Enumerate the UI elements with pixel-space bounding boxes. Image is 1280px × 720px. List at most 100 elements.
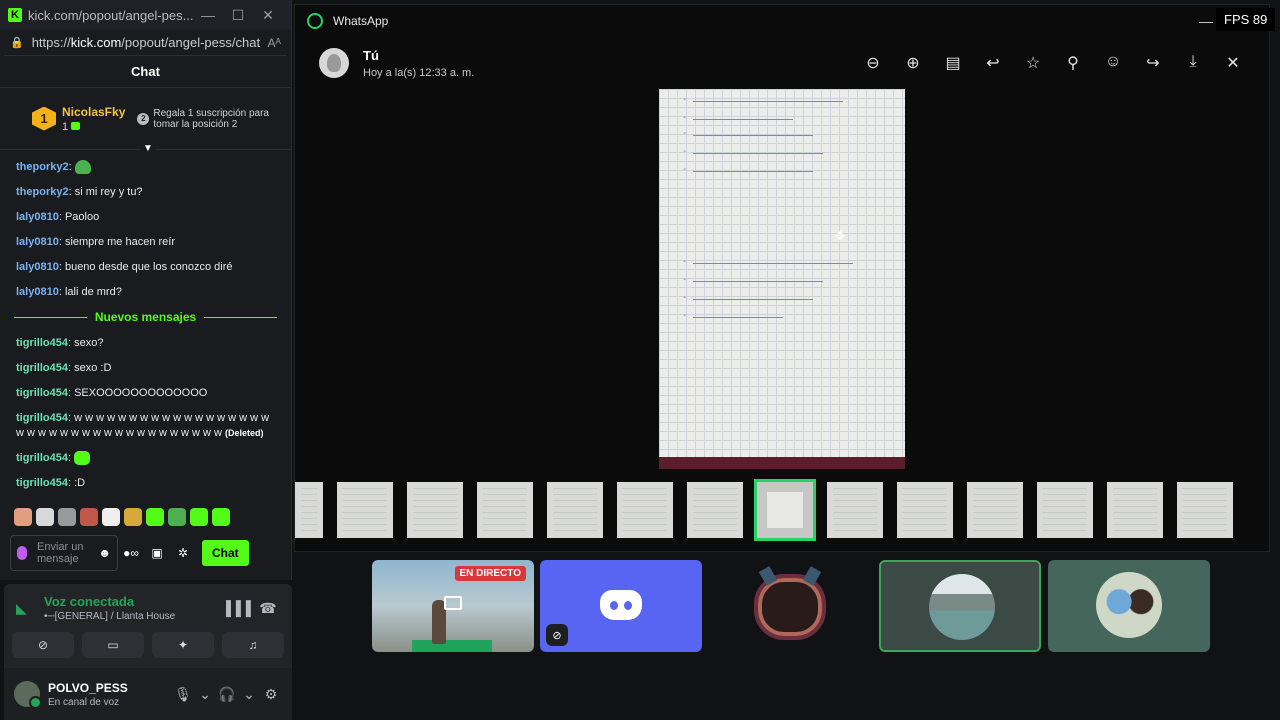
- media-thumbnail[interactable]: [1107, 482, 1163, 538]
- stream-tile-speaking[interactable]: [879, 560, 1041, 652]
- mic-icon[interactable]: 🎙: [172, 686, 194, 703]
- store-icon[interactable]: ▣: [144, 546, 170, 560]
- participant-avatar: [929, 574, 995, 640]
- gear-icon[interactable]: ⚙: [260, 686, 282, 703]
- chat-message: theporky2:: [16, 160, 275, 175]
- share-screen-button[interactable]: ▭: [82, 632, 144, 658]
- close-icon[interactable]: ✕: [1221, 53, 1245, 73]
- send-chat-button[interactable]: Chat: [202, 540, 249, 566]
- emote-icon[interactable]: [36, 508, 54, 526]
- emote-icon[interactable]: [80, 508, 98, 526]
- media-thumbnail[interactable]: [967, 482, 1023, 538]
- mentions-icon[interactable]: ●∞: [118, 546, 144, 560]
- reply-icon[interactable]: ↩: [981, 53, 1005, 73]
- emote-bar: [14, 508, 230, 526]
- stream-tile-avatar-frame[interactable]: [710, 560, 872, 652]
- forward-icon[interactable]: ↪: [1141, 53, 1165, 73]
- leader-cta: Regala 1 suscripción para tomar la posic…: [153, 107, 269, 130]
- voice-channel[interactable]: •─[GENERAL] / Llanta House: [44, 611, 226, 622]
- chat-username[interactable]: tigrillo454: [16, 387, 68, 399]
- gift-leaderboard: 1 NicolasFky 1 2 Regala 1 suscripción pa…: [0, 88, 291, 155]
- kick-chat-window: K kick.com/popout/angel-pes... — ☐ ✕ 🔒 h…: [0, 0, 292, 580]
- address-bar[interactable]: 🔒 https://kick.com/popout/angel-pess/cha…: [4, 30, 287, 56]
- chat-username[interactable]: tigrillo454: [16, 477, 68, 489]
- emote-icon[interactable]: [124, 508, 142, 526]
- close-window-button[interactable]: ✕: [253, 7, 283, 24]
- emote-icon[interactable]: [212, 508, 230, 526]
- chat-username[interactable]: theporky2: [16, 186, 69, 198]
- headphones-icon[interactable]: 🎧: [216, 686, 238, 703]
- media-thumbnail[interactable]: [477, 482, 533, 538]
- user-panel: POLVO_PESS En canal de voz 🎙 ⌄ 🎧 ⌄ ⚙: [4, 668, 292, 720]
- emote-icon[interactable]: [102, 508, 120, 526]
- chat-username[interactable]: tigrillo454: [16, 337, 68, 349]
- pin-icon[interactable]: ⚲: [1061, 53, 1085, 73]
- activities-button[interactable]: ✦: [152, 632, 214, 658]
- stream-tile-discord[interactable]: ⊘: [540, 560, 702, 652]
- chat-messages: theporky2: theporky2: si mi rey y tu? la…: [0, 152, 291, 498]
- chat-username[interactable]: laly0810: [16, 261, 59, 273]
- media-thumbnail[interactable]: [617, 482, 673, 538]
- stream-tile-live[interactable]: EN DIRECTO: [372, 560, 534, 652]
- download-icon[interactable]: ⤓: [1181, 53, 1205, 73]
- chevron-down-icon[interactable]: ⌄: [238, 686, 260, 703]
- url-text: https://kick.com/popout/angel-pess/chat: [31, 35, 261, 50]
- sender-name: Tú: [363, 47, 379, 63]
- chat-username[interactable]: tigrillo454: [16, 362, 68, 374]
- emote-icon[interactable]: [168, 508, 186, 526]
- emote-icon[interactable]: [58, 508, 76, 526]
- chevron-down-icon[interactable]: ⌄: [194, 686, 216, 703]
- camera-off-button[interactable]: ⊘: [12, 632, 74, 658]
- chat-username[interactable]: laly0810: [16, 211, 59, 223]
- chat-username[interactable]: laly0810: [16, 286, 59, 298]
- camera-hidden-icon: ⊘: [546, 624, 568, 646]
- media-thumbnail[interactable]: [687, 482, 743, 538]
- media-thumbnail[interactable]: [407, 482, 463, 538]
- emote-icon[interactable]: [190, 508, 208, 526]
- caption-icon[interactable]: ▤: [941, 53, 965, 73]
- kick-emote-icon: [74, 451, 91, 466]
- emote-icon[interactable]: [14, 508, 32, 526]
- chat-username[interactable]: tigrillo454: [16, 452, 68, 464]
- whatsapp-title: WhatsApp: [333, 14, 389, 28]
- chat-input[interactable]: Enviar un mensaje ☻: [10, 535, 118, 571]
- disconnect-icon[interactable]: ☎: [254, 600, 282, 617]
- media-thumbnail-selected[interactable]: [754, 479, 816, 541]
- media-thumbnail[interactable]: [897, 482, 953, 538]
- stream-tile-participant[interactable]: [1048, 560, 1210, 652]
- settings-icon[interactable]: ✲: [170, 546, 196, 560]
- chat-username[interactable]: theporky2: [16, 161, 69, 173]
- media-thumbnail[interactable]: [1177, 482, 1233, 538]
- username[interactable]: POLVO_PESS: [48, 681, 172, 695]
- sender-avatar[interactable]: [319, 48, 349, 78]
- whatsapp-titlebar: WhatsApp — ☐: [295, 5, 1269, 37]
- media-thumbnail[interactable]: [337, 482, 393, 538]
- voice-status-title[interactable]: Voz conectada: [44, 594, 226, 609]
- leader-name[interactable]: NicolasFky: [62, 105, 125, 119]
- chat-username[interactable]: laly0810: [16, 236, 59, 248]
- chat-message: tigrillo454:: [16, 451, 275, 466]
- zoom-in-icon[interactable]: ⊕: [901, 53, 925, 73]
- zoom-out-icon[interactable]: ⊖: [861, 53, 885, 73]
- notebook-photo[interactable]: [659, 89, 905, 469]
- media-thumbnail[interactable]: [1037, 482, 1093, 538]
- chat-message: tigrillo454: SEXOOOOOOOOOOOOO: [16, 387, 208, 399]
- minimize-button[interactable]: —: [193, 7, 223, 23]
- chat-username[interactable]: tigrillo454: [16, 412, 68, 424]
- avatar[interactable]: [14, 681, 42, 709]
- discord-voice-panel: ◣ Voz conectada •─[GENERAL] / Llanta Hou…: [4, 584, 292, 720]
- microphone-icon[interactable]: [17, 546, 27, 560]
- emote-icon[interactable]: [146, 508, 164, 526]
- star-icon[interactable]: ☆: [1021, 53, 1045, 73]
- reader-mode-icon[interactable]: Aᴬ: [268, 36, 281, 50]
- maximize-button[interactable]: ☐: [223, 7, 253, 24]
- noise-suppression-icon[interactable]: ▌▌▌: [226, 600, 256, 616]
- soundboard-button[interactable]: ♫: [222, 632, 284, 658]
- media-thumbnails: [295, 477, 1269, 543]
- react-icon[interactable]: ☺: [1101, 53, 1125, 73]
- media-thumbnail[interactable]: [295, 482, 323, 538]
- emoji-icon[interactable]: ☻: [98, 547, 111, 559]
- media-thumbnail[interactable]: [547, 482, 603, 538]
- media-thumbnail[interactable]: [827, 482, 883, 538]
- signal-icon[interactable]: ◣: [16, 600, 36, 617]
